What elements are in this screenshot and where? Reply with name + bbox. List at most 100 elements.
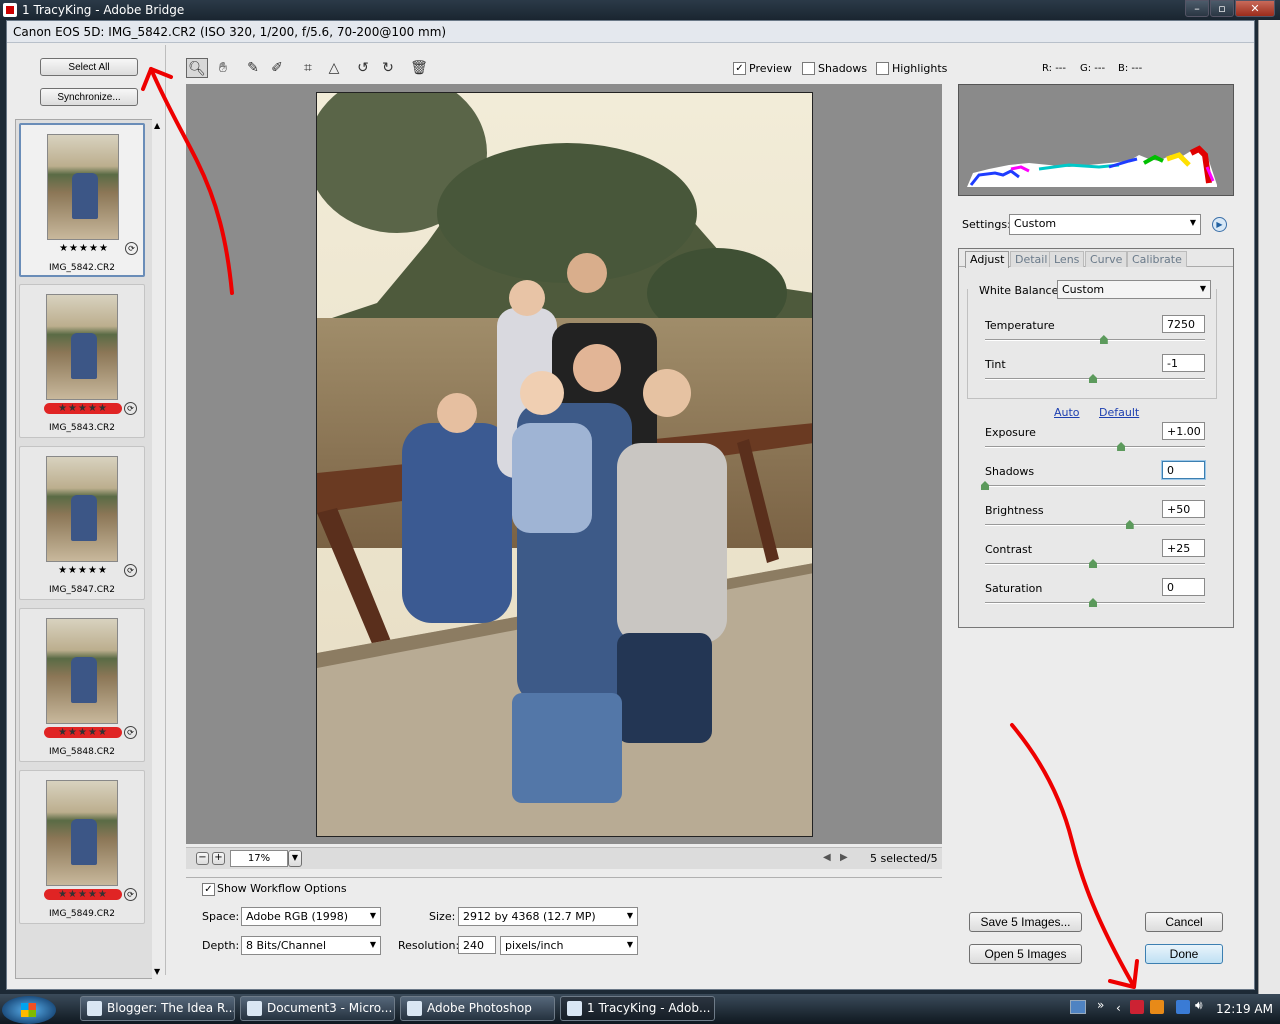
rotate-right-icon[interactable]: ↻	[377, 58, 399, 78]
minimize-icon[interactable]: –	[1185, 0, 1209, 17]
adjust-panel: Adjust Detail Lens Curve Calibrate White…	[958, 248, 1234, 628]
close-icon[interactable]: ✕	[1235, 0, 1275, 17]
bridge-icon	[567, 1001, 582, 1016]
filmstrip[interactable]: ★★★★★ ⟳ IMG_5842.CR2 ★★★★★ ⟳ IMG_5843.CR…	[15, 119, 153, 979]
tab-curve[interactable]: Curve	[1085, 251, 1128, 267]
show-workflow-checkbox[interactable]: ✓	[202, 883, 215, 896]
white-balance-select[interactable]: Custom	[1057, 280, 1211, 299]
preview-checkbox[interactable]: ✓	[733, 62, 746, 75]
filename-label: IMG_5843.CR2	[49, 423, 115, 433]
slider-value-field[interactable]: -1	[1162, 354, 1205, 372]
shadows-checkbox[interactable]	[802, 62, 815, 75]
zoom-in-button[interactable]: +	[212, 852, 225, 865]
zoom-level-field[interactable]: 17%	[230, 850, 288, 867]
slider-row-temperature: Temperature 7250	[959, 315, 1235, 353]
slider-track[interactable]	[985, 446, 1205, 448]
settings-select[interactable]: Custom	[1009, 214, 1201, 235]
filmstrip-item[interactable]: ★★★★★ ⟳ IMG_5842.CR2	[19, 123, 145, 277]
image-preview-area[interactable]	[186, 84, 942, 844]
restore-icon[interactable]: ▫	[1210, 0, 1234, 17]
star-rating[interactable]: ★★★★★	[44, 565, 122, 576]
star-rating[interactable]: ★★★★★	[44, 727, 122, 738]
filmstrip-item[interactable]: ★★★★★ ⟳ IMG_5843.CR2	[19, 284, 145, 438]
previous-image-icon[interactable]: ◀	[823, 852, 831, 863]
volume-icon[interactable]: 🔊︎	[1195, 998, 1203, 1013]
slider-track[interactable]	[985, 524, 1205, 526]
filmstrip-item[interactable]: ★★★★★ ⟳ IMG_5848.CR2	[19, 608, 145, 762]
star-rating[interactable]: ★★★★★	[45, 243, 123, 254]
tab-calibrate[interactable]: Calibrate	[1127, 251, 1187, 267]
settings-menu-icon[interactable]: ▶	[1212, 217, 1227, 232]
slider-thumb[interactable]	[1125, 520, 1134, 529]
rotate-icon[interactable]: ⟳	[124, 888, 137, 901]
rotate-left-icon[interactable]: ↺	[352, 58, 374, 78]
straighten-tool-icon[interactable]: △	[323, 58, 345, 78]
show-hidden-icons-icon[interactable]: »	[1097, 998, 1104, 1012]
slider-row-tint: Tint -1	[959, 354, 1235, 392]
network-icon[interactable]	[1070, 1000, 1086, 1014]
slider-thumb[interactable]	[1089, 598, 1097, 607]
word-icon	[247, 1001, 262, 1016]
space-select[interactable]: Adobe RGB (1998)	[241, 907, 381, 926]
select-all-button[interactable]: Select All	[40, 58, 138, 76]
slider-value-field[interactable]: +25	[1162, 539, 1205, 557]
star-rating[interactable]: ★★★★★	[44, 889, 122, 900]
slider-track[interactable]	[985, 485, 1205, 487]
family-photo	[317, 93, 812, 836]
tab-adjust[interactable]: Adjust	[965, 251, 1010, 268]
start-button[interactable]	[2, 996, 56, 1024]
star-rating[interactable]: ★★★★★	[44, 403, 122, 414]
size-label: Size:	[429, 910, 456, 923]
rotate-icon[interactable]: ⟳	[124, 564, 137, 577]
chevron-left-icon[interactable]: ‹	[1116, 1001, 1121, 1015]
slider-thumb[interactable]	[1089, 559, 1097, 568]
crop-tool-icon[interactable]: ⌗	[297, 58, 319, 78]
done-button[interactable]: Done	[1145, 944, 1223, 964]
tab-detail[interactable]: Detail	[1010, 251, 1053, 267]
display-icon[interactable]	[1176, 1000, 1190, 1014]
zoom-dropdown-icon[interactable]: ▼	[288, 850, 302, 867]
taskbar-item[interactable]: Blogger: The Idea R...	[80, 996, 235, 1021]
slider-row-brightness: Brightness +50	[959, 500, 1235, 538]
highlights-checkbox[interactable]	[876, 62, 889, 75]
scroll-down-icon[interactable]: ▼	[154, 967, 160, 976]
antivirus-icon[interactable]	[1130, 1000, 1144, 1014]
slider-thumb[interactable]	[1117, 442, 1126, 451]
taskbar-item[interactable]: Document3 - Micro...	[240, 996, 395, 1021]
cancel-button[interactable]: Cancel	[1145, 912, 1223, 932]
slider-thumb[interactable]	[1099, 335, 1108, 344]
workflow-options: ✓ Show Workflow Options Space: Adobe RGB…	[186, 877, 942, 971]
taskbar-item[interactable]: Adobe Photoshop	[400, 996, 555, 1021]
synchronize-button[interactable]: Synchronize...	[40, 88, 138, 106]
annotation-arrow-bottom	[1010, 723, 1139, 989]
tab-lens[interactable]: Lens	[1049, 251, 1085, 267]
color-sampler-tool-icon[interactable]: ✐	[266, 58, 288, 78]
zoom-out-button[interactable]: −	[196, 852, 209, 865]
slider-value-field[interactable]: 0	[1162, 461, 1205, 479]
taskbar-item-label: 1 TracyKing - Adob...	[587, 1001, 711, 1015]
default-link[interactable]: Default	[1099, 406, 1139, 419]
slider-thumb[interactable]	[981, 481, 989, 490]
next-image-icon[interactable]: ▶	[840, 852, 848, 863]
resolution-unit-select[interactable]: pixels/inch	[500, 936, 638, 955]
depth-select[interactable]: 8 Bits/Channel	[241, 936, 381, 955]
rotate-icon[interactable]: ⟳	[124, 402, 137, 415]
update-icon[interactable]	[1150, 1000, 1164, 1014]
filmstrip-item[interactable]: ★★★★★ ⟳ IMG_5847.CR2	[19, 446, 145, 600]
filmstrip-item[interactable]: ★★★★★ ⟳ IMG_5849.CR2	[19, 770, 145, 924]
slider-value-field[interactable]: +50	[1162, 500, 1205, 518]
slider-thumb[interactable]	[1089, 374, 1097, 383]
slider-label: Temperature	[985, 319, 1055, 332]
slider-value-field[interactable]: 7250	[1162, 315, 1205, 333]
slider-value-field[interactable]: 0	[1162, 578, 1205, 596]
size-select[interactable]: 2912 by 4368 (12.7 MP)	[458, 907, 638, 926]
slider-track[interactable]	[985, 339, 1205, 341]
depth-label: Depth:	[202, 939, 240, 952]
slider-value-field[interactable]: +1.00	[1162, 422, 1205, 440]
blue-readout: B: ---	[1118, 63, 1143, 74]
delete-icon[interactable]: 🗑︎	[408, 58, 430, 78]
resolution-field[interactable]: 240	[458, 936, 496, 954]
auto-link[interactable]: Auto	[1054, 406, 1080, 419]
taskbar-item[interactable]: 1 TracyKing - Adob...	[560, 996, 715, 1021]
rotate-icon[interactable]: ⟳	[124, 726, 137, 739]
